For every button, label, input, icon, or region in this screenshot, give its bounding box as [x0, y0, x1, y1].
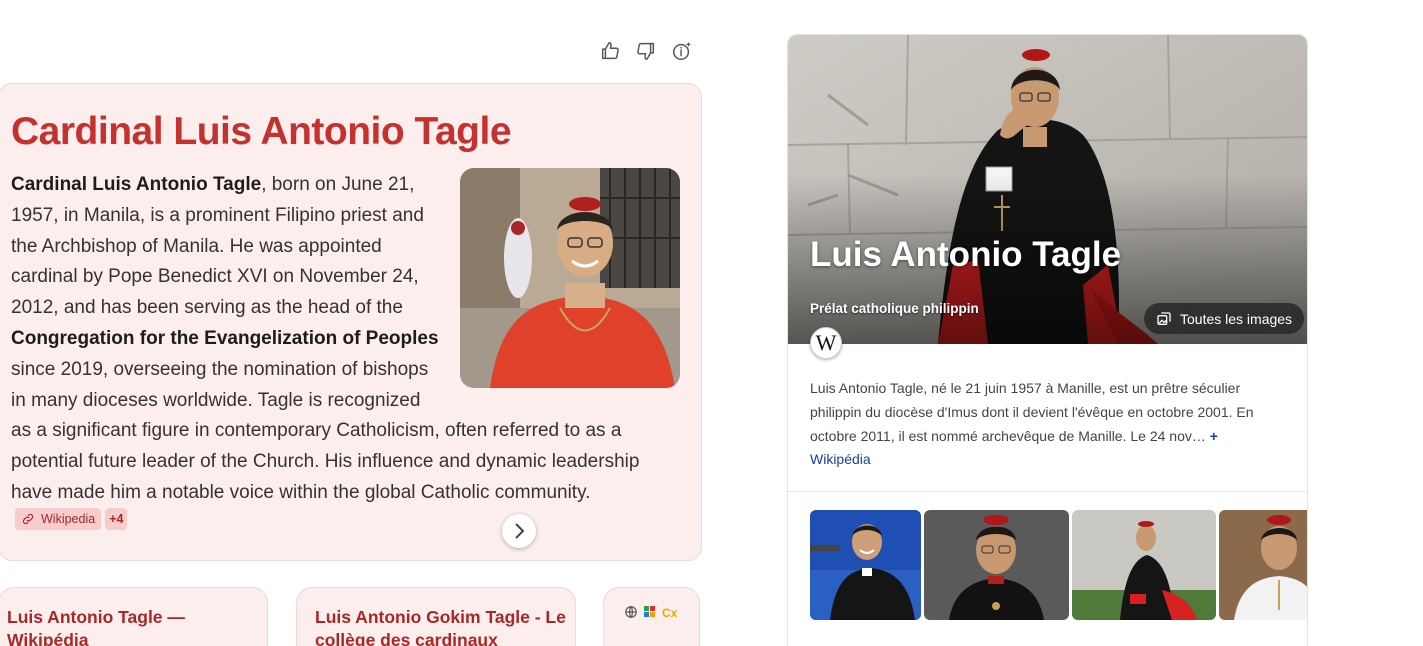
- globe-icon: [625, 606, 637, 618]
- cx-logo-icon: Cx: [662, 606, 678, 619]
- wikipedia-source-link[interactable]: Wikipédia: [810, 451, 871, 467]
- entity-subtitle: Prélat catholique philippin: [810, 301, 979, 316]
- entity-name: Luis Antonio Tagle: [810, 235, 1122, 274]
- thumbs-up-icon[interactable]: [598, 38, 622, 64]
- svg-text:Cx: Cx: [662, 606, 678, 619]
- description-text: Luis Antonio Tagle, né le 21 juin 1957 à…: [810, 380, 1254, 444]
- answer-card: Cardinal Luis Antonio Tagle Cardinal Lui…: [0, 83, 702, 561]
- source-title-1: Luis Antonio Tagle — Wikipédia: [7, 607, 185, 646]
- wikipedia-logo-icon[interactable]: W: [810, 327, 842, 359]
- entity-description: Luis Antonio Tagle, né le 21 juin 1957 à…: [810, 376, 1272, 448]
- thumbs-down-icon[interactable]: [634, 38, 658, 64]
- answer-body: Cardinal Luis Antonio Tagle, born on Jun…: [11, 170, 681, 509]
- citations: Wikipedia +4: [15, 508, 128, 530]
- knowledge-panel: Luis Antonio Tagle Prélat catholique phi…: [787, 34, 1308, 646]
- thumbnail-image-1[interactable]: [810, 510, 921, 620]
- all-images-label: Toutes les images: [1180, 310, 1293, 327]
- citation-label: Wikipedia: [41, 512, 96, 526]
- answer-bold-name: Cardinal Luis Antonio Tagle: [11, 174, 262, 195]
- colorful-logo-icon: [644, 606, 655, 617]
- feedback-bar: [598, 38, 694, 64]
- source-favicons: Cx: [624, 605, 678, 619]
- all-images-button[interactable]: Toutes les images: [1144, 303, 1305, 334]
- thumbnail-image-2[interactable]: [924, 510, 1069, 620]
- answer-text-part-1: , born on June 21, 1957, in Manila, is a…: [11, 174, 424, 319]
- info-sparkle-icon[interactable]: [670, 38, 694, 64]
- carousel-next-button[interactable]: [502, 514, 536, 548]
- images-icon: [1157, 311, 1171, 325]
- hero-image[interactable]: Luis Antonio Tagle Prélat catholique phi…: [788, 35, 1307, 344]
- link-icon: [22, 513, 34, 525]
- citation-wikipedia[interactable]: Wikipedia: [15, 508, 102, 530]
- chevron-right-icon: [515, 523, 525, 539]
- citation-more-button[interactable]: +4: [105, 508, 128, 530]
- source-card-more[interactable]: Cx: [603, 587, 700, 646]
- image-carousel: [810, 510, 1307, 620]
- source-card-1[interactable]: Luis Antonio Tagle — Wikipédia: [0, 587, 268, 646]
- answer-title: Cardinal Luis Antonio Tagle: [11, 110, 512, 153]
- thumbnail-image-3[interactable]: [1072, 510, 1216, 620]
- divider: [788, 491, 1307, 492]
- answer-bold-congregation: Congregation for the Evangelization of P…: [11, 327, 439, 349]
- source-title-2: Luis Antonio Gokim Tagle - Le collège de…: [315, 607, 566, 646]
- source-card-2[interactable]: Luis Antonio Gokim Tagle - Le collège de…: [296, 587, 576, 646]
- thumbnail-image-4[interactable]: [1219, 510, 1307, 620]
- expand-description-button[interactable]: +: [1210, 428, 1218, 444]
